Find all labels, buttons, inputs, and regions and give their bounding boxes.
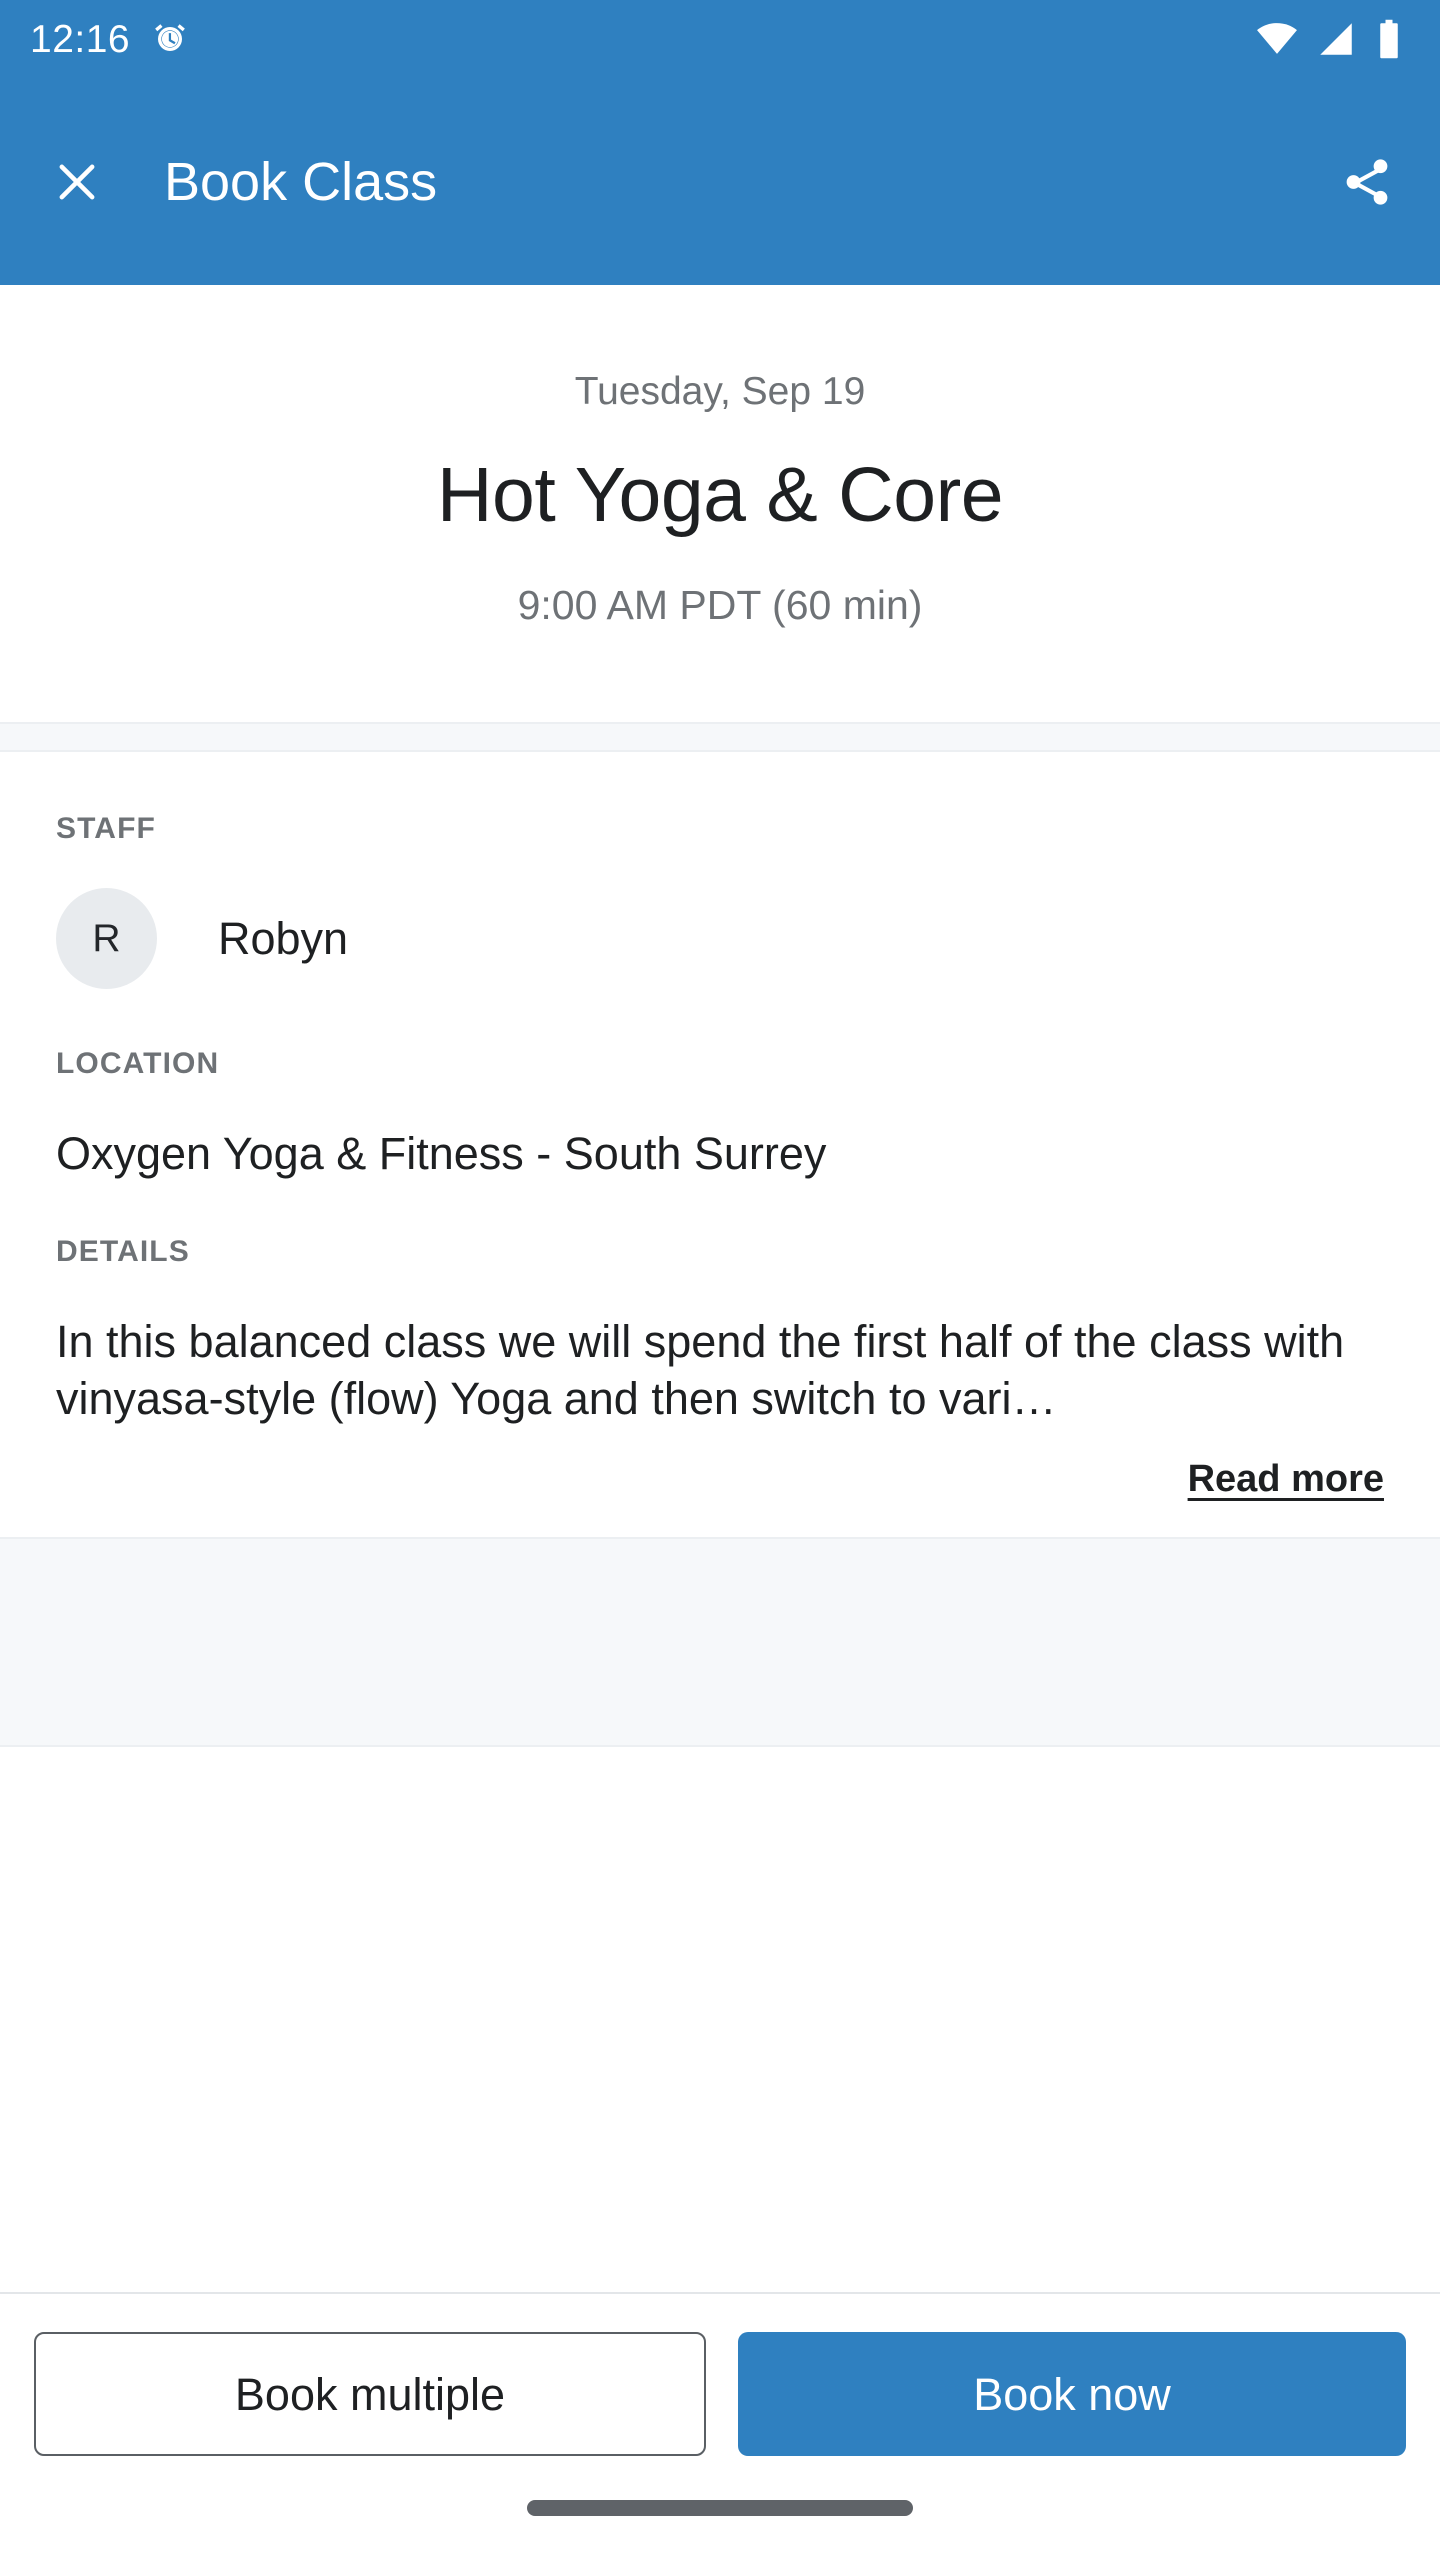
status-bar-right [1256,18,1404,60]
class-date: Tuesday, Sep 19 [574,370,866,413]
app-screen: 12:16 Book Class Tuesday, Sep 19 Hot Yog… [0,0,1440,2560]
status-clock: 12:16 [30,17,131,61]
staff-row[interactable]: R Robyn [56,887,1384,989]
location-section: LOCATION Oxygen Yoga & Fitness - South S… [56,989,1384,1181]
alarm-icon [152,21,188,57]
battery-icon [1374,18,1404,60]
status-bar: 12:16 [0,0,1440,78]
class-time-duration: 9:00 AM PDT (60 min) [517,581,923,628]
avatar: R [56,887,157,989]
content-filler [0,1747,1440,2292]
app-bar: Book Class [0,78,1440,285]
status-bar-left: 12:16 [30,20,188,59]
action-bar: Book multiple Book now [0,2292,1440,2456]
staff-name: Robyn [218,912,349,964]
details-text: In this balanced class we will spend the… [56,1315,1345,1425]
read-more-row: Read more [56,1458,1384,1537]
staff-section: STAFF R Robyn [56,752,1384,989]
class-info-sections: STAFF R Robyn LOCATION Oxygen Yoga & Fit… [0,751,1440,1538]
class-hero: Tuesday, Sep 19 Hot Yoga & Core 9:00 AM … [0,285,1440,722]
page-title: Book Class [164,151,438,212]
scroll-content[interactable]: Tuesday, Sep 19 Hot Yoga & Core 9:00 AM … [0,285,1440,2292]
details-label: DETAILS [56,1234,190,1268]
bottom-filler-band [0,1537,1440,1748]
wifi-icon [1256,18,1298,60]
close-icon [51,156,103,208]
cellular-signal-icon [1315,18,1357,60]
read-more-link[interactable]: Read more [1188,1458,1384,1501]
staff-label: STAFF [56,811,156,845]
home-indicator[interactable] [527,2500,913,2516]
book-multiple-button[interactable]: Book multiple [34,2332,706,2456]
class-title: Hot Yoga & Core [436,451,1004,538]
book-now-button[interactable]: Book now [738,2332,1406,2456]
section-divider-band [0,721,1440,752]
share-button[interactable] [1324,139,1410,225]
close-button[interactable] [34,139,120,225]
avatar-initial: R [92,916,121,960]
location-label: LOCATION [56,1046,220,1080]
location-value: Oxygen Yoga & Fitness - South Surrey [56,1127,827,1179]
details-section: DETAILS In this balanced class we will s… [56,1181,1384,1537]
system-navigation-bar [0,2456,1440,2560]
share-icon [1340,155,1394,209]
